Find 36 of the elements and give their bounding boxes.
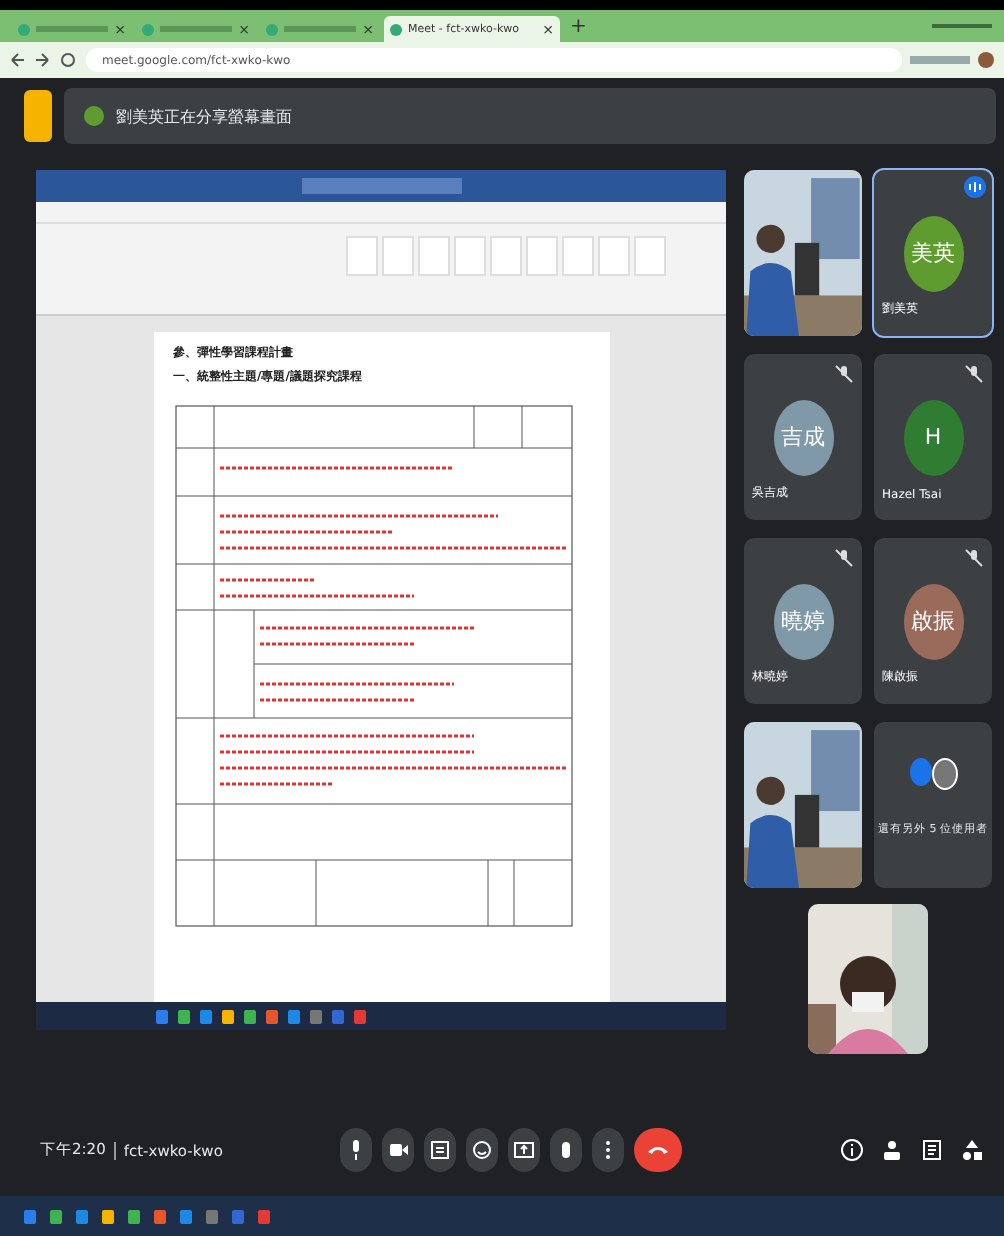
tab-title-blur — [160, 26, 233, 32]
avatar-circle: 曉婷 — [773, 583, 833, 659]
avatar-circle: 啟振 — [903, 583, 963, 659]
favicon-icon — [142, 23, 154, 35]
mic-button[interactable] — [340, 1128, 372, 1172]
people-icon[interactable] — [880, 1138, 904, 1162]
avatar-icon — [931, 758, 957, 790]
tab-title-blur — [284, 26, 357, 32]
profile-icon[interactable] — [978, 52, 994, 68]
avatar-circle: 美英 — [903, 215, 963, 291]
avatar-icon — [84, 106, 104, 126]
favicon-icon — [266, 23, 278, 35]
favicon-icon — [390, 23, 402, 35]
favicon-icon — [18, 23, 30, 35]
captions-button[interactable] — [424, 1128, 456, 1172]
avatar-icon — [909, 758, 931, 786]
camera-icon — [386, 1138, 410, 1162]
emoji-button[interactable] — [466, 1128, 498, 1172]
speaking-icon — [964, 176, 986, 198]
info-icon[interactable] — [840, 1138, 864, 1162]
avatar-circle: 吉成 — [773, 399, 833, 475]
avatar-circle: H — [903, 399, 963, 475]
captions-icon — [428, 1138, 452, 1162]
present-button[interactable] — [508, 1128, 540, 1172]
banner-text: 劉美英正在分享螢幕畫面 — [116, 105, 292, 127]
hangup-button[interactable] — [634, 1128, 682, 1172]
chat-icon[interactable] — [920, 1138, 944, 1162]
camera-button[interactable] — [382, 1128, 414, 1172]
navigation-icon[interactable] — [10, 52, 78, 68]
more-button[interactable] — [592, 1128, 624, 1172]
tab-title-blur — [36, 26, 109, 32]
hand-button[interactable] — [550, 1128, 582, 1172]
emoji-icon — [470, 1138, 494, 1162]
new-tab-button[interactable]: + — [570, 15, 587, 37]
present-icon — [512, 1138, 536, 1162]
activities-icon[interactable] — [960, 1138, 984, 1162]
